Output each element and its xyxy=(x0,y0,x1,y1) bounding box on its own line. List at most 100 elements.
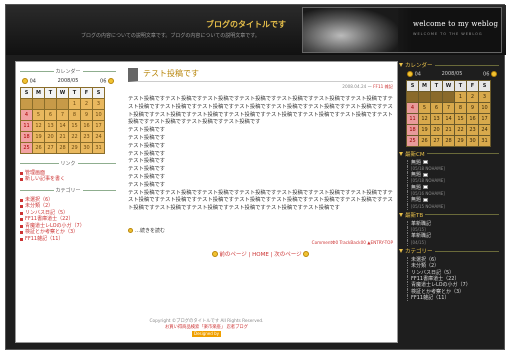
read-more-link[interactable]: …続きを読む xyxy=(128,227,393,234)
left-cal-next-link[interactable]: 06 xyxy=(100,78,114,85)
recent-comment-title[interactable]: 無題 xyxy=(411,197,421,203)
post-category-link[interactable]: FF11 雑記 xyxy=(373,84,393,89)
calendar-day[interactable]: 9 xyxy=(467,102,478,113)
calendar-day xyxy=(57,98,68,109)
link-item[interactable]: 新しい記事を書く xyxy=(20,176,116,183)
calendar-day[interactable]: 25 xyxy=(21,142,32,153)
calendar-day[interactable]: 29 xyxy=(69,142,80,153)
calendar-day[interactable]: 12 xyxy=(419,113,430,124)
recent-comment-title[interactable]: 無題 xyxy=(411,160,421,166)
post-short-line: テスト投稿です xyxy=(128,150,166,157)
calendar-day[interactable]: 2 xyxy=(81,98,92,109)
calendar-day[interactable]: 17 xyxy=(479,113,490,124)
right-cal-next-link[interactable]: 06 xyxy=(483,71,497,78)
next-page-link[interactable]: 次のページ xyxy=(274,252,301,258)
calendar-day[interactable]: 5 xyxy=(33,109,44,120)
calendar-day[interactable]: 31 xyxy=(479,135,490,146)
calendar-day[interactable]: 3 xyxy=(479,91,490,102)
triangle-down-icon xyxy=(399,151,403,156)
calendar-day[interactable]: 25 xyxy=(407,135,418,146)
right-cal-next-label: 06 xyxy=(483,71,490,78)
designed-by-badge[interactable]: Designed by xyxy=(192,331,221,337)
prev-page-icon[interactable] xyxy=(211,251,218,258)
category-item[interactable]: FF11雑記（11） xyxy=(407,294,499,302)
calendar-day[interactable]: 2 xyxy=(467,91,478,102)
calendar-day[interactable]: 30 xyxy=(467,135,478,146)
calendar-day[interactable]: 18 xyxy=(407,124,418,135)
calendar-day[interactable]: 24 xyxy=(479,124,490,135)
calendar-day[interactable]: 6 xyxy=(45,109,56,120)
calendar-day[interactable]: 14 xyxy=(57,120,68,131)
document-icon xyxy=(423,160,429,164)
calendar-day[interactable]: 19 xyxy=(33,131,44,142)
calendar-day[interactable]: 10 xyxy=(479,102,490,113)
calendar-day[interactable]: 22 xyxy=(455,124,466,135)
calendar-day[interactable]: 23 xyxy=(467,124,478,135)
calendar-day[interactable]: 4 xyxy=(407,102,418,113)
calendar-day[interactable]: 12 xyxy=(33,120,44,131)
calendar-weekday: T xyxy=(455,80,466,91)
calendar-day[interactable]: 11 xyxy=(407,113,418,124)
calendar-day[interactable]: 10 xyxy=(93,109,104,120)
calendar-day[interactable]: 1 xyxy=(69,98,80,109)
next-page-icon[interactable] xyxy=(303,251,310,258)
calendar-day[interactable]: 3 xyxy=(93,98,104,109)
calendar-day[interactable]: 6 xyxy=(431,102,442,113)
calendar-day[interactable]: 11 xyxy=(21,120,32,131)
prev-page-link[interactable]: 前のページ xyxy=(219,252,246,258)
calendar-day[interactable]: 17 xyxy=(93,120,104,131)
calendar-day[interactable]: 28 xyxy=(57,142,68,153)
calendar-weekday: W xyxy=(57,87,68,98)
calendar-day[interactable]: 21 xyxy=(57,131,68,142)
calendar-day[interactable]: 7 xyxy=(443,102,454,113)
calendar-day[interactable]: 26 xyxy=(419,135,430,146)
calendar-day[interactable]: 24 xyxy=(93,131,104,142)
calendar-day[interactable]: 20 xyxy=(45,131,56,142)
calendar-day[interactable]: 27 xyxy=(431,135,442,146)
calendar-day[interactable]: 1 xyxy=(455,91,466,102)
calendar-day[interactable]: 15 xyxy=(455,113,466,124)
right-cal-prev-link[interactable]: 04 xyxy=(407,71,421,78)
calendar-day[interactable]: 23 xyxy=(81,131,92,142)
heading-line xyxy=(20,71,54,72)
calendar-day[interactable]: 9 xyxy=(81,109,92,120)
calendar-day[interactable]: 5 xyxy=(419,102,430,113)
calendar-day[interactable]: 27 xyxy=(45,142,56,153)
calendar-day[interactable]: 16 xyxy=(467,113,478,124)
calendar-day[interactable]: 4 xyxy=(21,109,32,120)
calendar-day[interactable]: 18 xyxy=(21,131,32,142)
calendar-day[interactable]: 13 xyxy=(45,120,56,131)
calendar-day[interactable]: 8 xyxy=(69,109,80,120)
calendar-day[interactable]: 16 xyxy=(81,120,92,131)
blog-title[interactable]: ブログのタイトルです xyxy=(206,19,286,30)
calendar-day[interactable]: 19 xyxy=(419,124,430,135)
category-item[interactable]: FF11雑記（11） xyxy=(20,236,116,243)
calendar-week-row: 11 12 13 14 15 16 17 xyxy=(407,113,490,124)
calendar-day[interactable]: 20 xyxy=(431,124,442,135)
post-paragraph: テスト投稿ですテスト投稿ですテスト投稿ですテスト投稿ですテスト投稿ですテスト投稿… xyxy=(128,96,393,126)
calendar-week-row: 18 19 20 21 22 23 24 xyxy=(407,124,490,135)
left-cal-prev-link[interactable]: 04 xyxy=(22,78,36,85)
heading-line xyxy=(82,71,117,72)
recent-comment-title[interactable]: 無題 xyxy=(411,172,421,178)
heading-line xyxy=(434,64,499,66)
post-title[interactable]: テスト投稿です xyxy=(143,69,199,78)
recent-comment-title[interactable]: 無題 xyxy=(411,185,421,191)
calendar-day[interactable]: 26 xyxy=(33,142,44,153)
home-link[interactable]: HOME xyxy=(252,252,269,258)
page-frame: ブログのタイトルです ブログの内容についての説明文章です。ブログの内容についての… xyxy=(5,4,506,350)
calendar-day[interactable]: 15 xyxy=(69,120,80,131)
calendar-weekday: T xyxy=(45,87,56,98)
post-footer-links[interactable]: CommentΦ0 TrackBack00 ▲ENTRY-TOP xyxy=(128,240,393,245)
calendar-day[interactable]: 30 xyxy=(81,142,92,153)
calendar-day[interactable]: 22 xyxy=(69,131,80,142)
calendar-day[interactable]: 31 xyxy=(93,142,104,153)
calendar-day[interactable]: 14 xyxy=(443,113,454,124)
calendar-day[interactable]: 7 xyxy=(57,109,68,120)
calendar-day[interactable]: 29 xyxy=(455,135,466,146)
calendar-day[interactable]: 13 xyxy=(431,113,442,124)
calendar-day[interactable]: 28 xyxy=(443,135,454,146)
calendar-day[interactable]: 21 xyxy=(443,124,454,135)
heading-line xyxy=(20,162,59,164)
calendar-day[interactable]: 8 xyxy=(455,102,466,113)
